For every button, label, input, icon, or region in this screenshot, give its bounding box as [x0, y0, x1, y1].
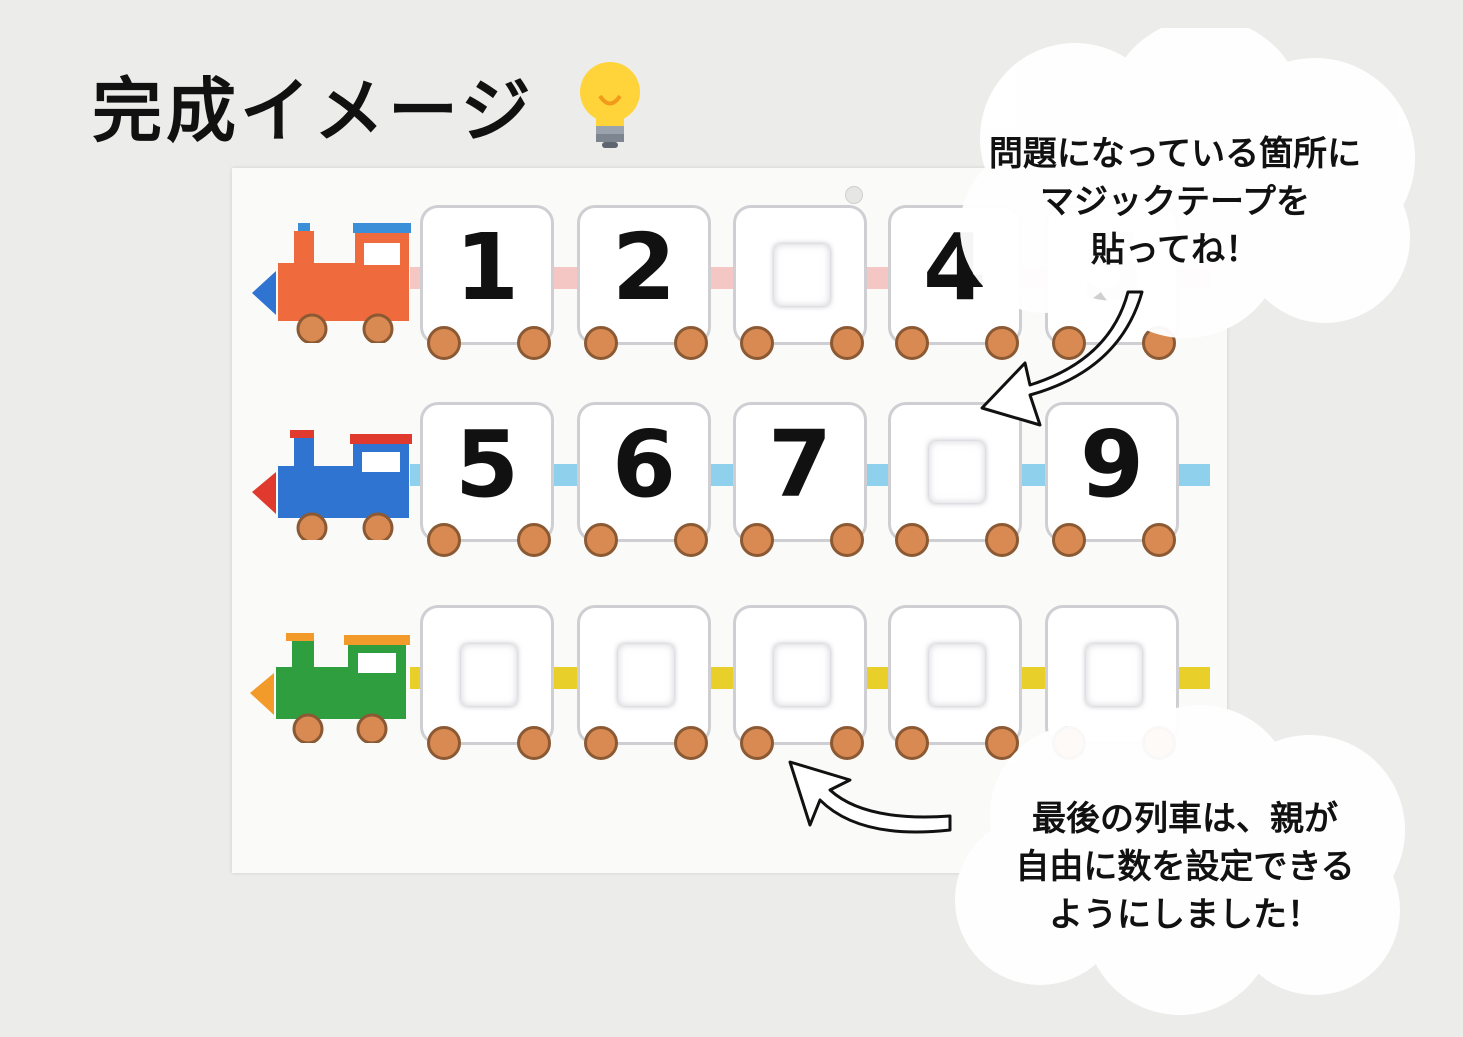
page-title: 完成イメージ: [92, 70, 535, 152]
engine-red: [252, 223, 411, 343]
wheel-icon: [517, 326, 551, 360]
train-car[interactable]: 1: [420, 205, 554, 360]
car-number: 6: [611, 411, 676, 518]
velcro-patch[interactable]: [461, 644, 517, 706]
wheel-icon: [895, 523, 929, 557]
callout-bottom-line: 自由に数を設定できる: [1015, 847, 1355, 887]
wheel-icon: [674, 726, 708, 760]
velcro-patch[interactable]: [1086, 644, 1142, 706]
car-number: 2: [611, 214, 676, 321]
callout-bottom-text: 最後の列車は、親が 自由に数を設定できる ようにしました！: [940, 795, 1430, 939]
car-number: 1: [454, 214, 519, 321]
lightbulb-icon: [580, 62, 640, 148]
velcro-patch[interactable]: [774, 244, 830, 306]
wheel-icon: [895, 726, 929, 760]
callout-top-line: 問題になっている箇所に: [988, 134, 1362, 174]
train-car[interactable]: 7: [733, 402, 867, 557]
wheel-icon: [740, 523, 774, 557]
wheel-icon: [830, 523, 864, 557]
wheel-icon: [584, 726, 618, 760]
car-number: 7: [767, 411, 832, 518]
wheel-icon: [740, 326, 774, 360]
car-number: 9: [1079, 411, 1144, 518]
car-number: 5: [454, 411, 519, 518]
wheel-icon: [1052, 523, 1086, 557]
wheel-icon: [427, 523, 461, 557]
wheel-icon: [895, 326, 929, 360]
callout-top-text: 問題になっている箇所に マジックテープを 貼ってね！: [945, 130, 1405, 274]
train-car[interactable]: [420, 605, 554, 760]
engine-blue: [252, 430, 412, 540]
wheel-icon: [584, 326, 618, 360]
train-car[interactable]: 9: [1045, 402, 1179, 557]
train-row-2: 5 6 7 9: [0, 402, 1463, 572]
engine-green: [250, 633, 410, 743]
velcro-patch[interactable]: [774, 644, 830, 706]
train-car[interactable]: [733, 205, 867, 360]
wheel-icon: [830, 326, 864, 360]
wheel-icon: [517, 523, 551, 557]
train-car[interactable]: 2: [577, 205, 711, 360]
callout-top-line: マジックテープを: [1040, 182, 1310, 222]
wheel-icon: [584, 523, 618, 557]
train-car[interactable]: [577, 605, 711, 760]
wheel-icon: [830, 726, 864, 760]
train-car[interactable]: [733, 605, 867, 760]
wheel-icon: [740, 726, 774, 760]
wheel-icon: [427, 726, 461, 760]
wheel-icon: [674, 326, 708, 360]
punch-hole: [845, 186, 863, 204]
wheel-icon: [517, 726, 551, 760]
wheel-icon: [674, 523, 708, 557]
wheel-icon: [1142, 523, 1176, 557]
train-car[interactable]: [888, 402, 1022, 557]
velcro-patch[interactable]: [929, 644, 985, 706]
wheel-icon: [985, 523, 1019, 557]
velcro-patch[interactable]: [929, 441, 985, 503]
callout-top-line: 貼ってね！: [1090, 230, 1260, 270]
callout-bottom-line: 最後の列車は、親が: [1032, 799, 1338, 839]
train-car[interactable]: 5: [420, 402, 554, 557]
callout-bottom-line: ようにしました！: [1049, 895, 1321, 935]
train-car[interactable]: 6: [577, 402, 711, 557]
wheel-icon: [427, 326, 461, 360]
velcro-patch[interactable]: [618, 644, 674, 706]
